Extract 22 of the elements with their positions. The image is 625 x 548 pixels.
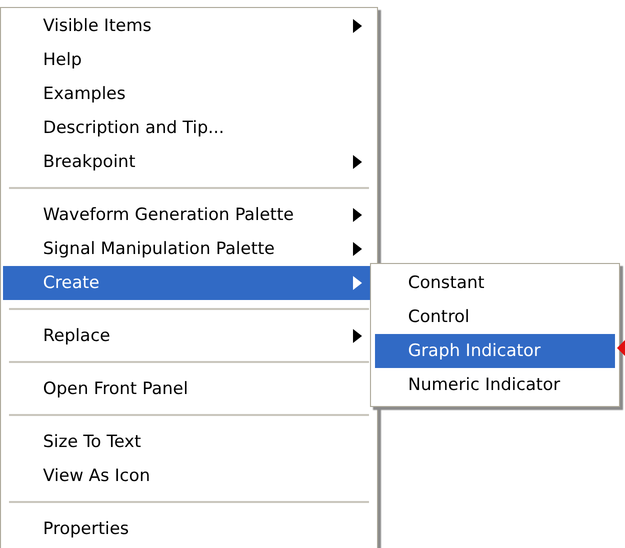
- menu-item[interactable]: Size To Text: [3, 425, 375, 459]
- menu-item[interactable]: Waveform Generation Palette: [3, 198, 375, 232]
- menu-item[interactable]: Description and Tip...: [3, 111, 375, 145]
- menu-item[interactable]: Numeric Indicator: [375, 368, 615, 402]
- menu-item[interactable]: Properties: [3, 512, 375, 546]
- submenu-arrow-icon: [353, 329, 362, 343]
- submenu-arrow-icon: [353, 155, 362, 169]
- menu-item[interactable]: Visible Items: [3, 9, 375, 43]
- menu-item[interactable]: Breakpoint: [3, 145, 375, 179]
- submenu-arrow-icon: [353, 208, 362, 222]
- menu-item[interactable]: Constant: [375, 266, 615, 300]
- submenu-arrow-icon: [353, 276, 362, 290]
- menu-item[interactable]: View As Icon: [3, 459, 375, 493]
- menu-item[interactable]: Examples: [3, 77, 375, 111]
- menu-item[interactable]: Replace: [3, 319, 375, 353]
- menu-item[interactable]: Graph Indicator: [375, 334, 615, 368]
- submenu-arrow-icon: [353, 19, 362, 33]
- arrow-icon: [617, 340, 625, 356]
- menu-item[interactable]: Control: [375, 300, 615, 334]
- menu-item[interactable]: Signal Manipulation Palette: [3, 232, 375, 266]
- menu-item[interactable]: Help: [3, 43, 375, 77]
- submenu-arrow-icon: [353, 242, 362, 256]
